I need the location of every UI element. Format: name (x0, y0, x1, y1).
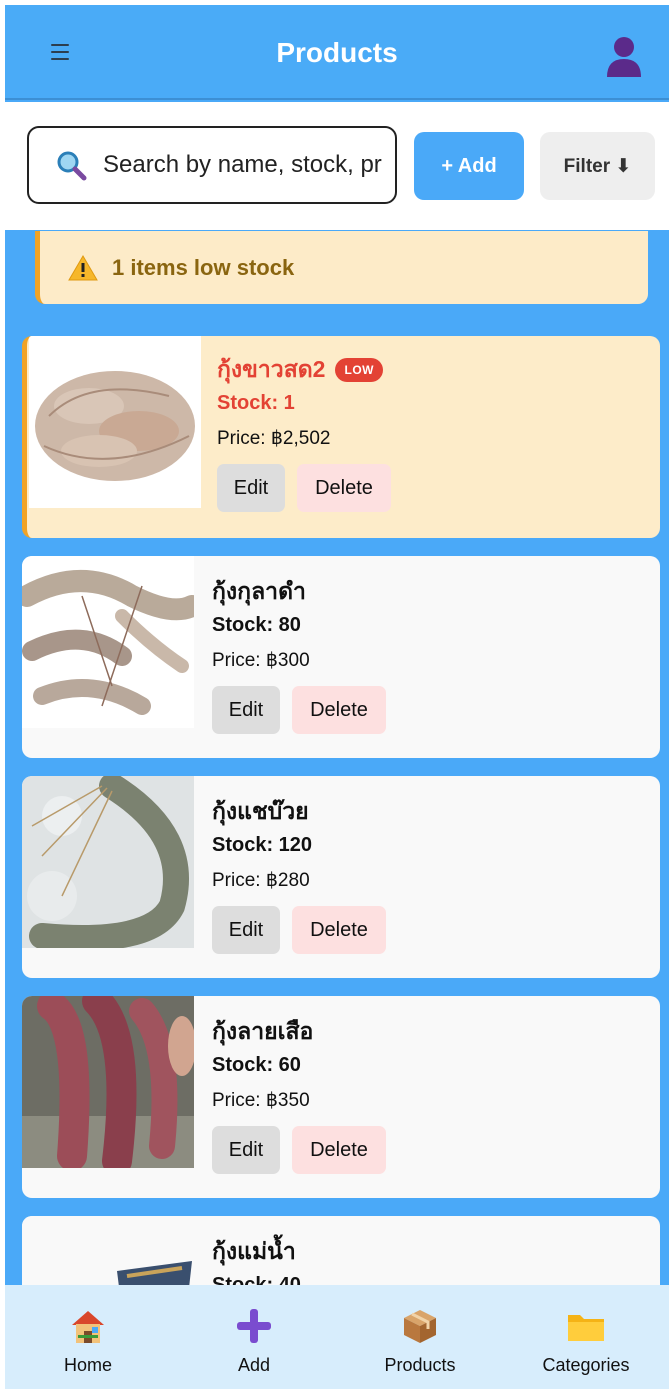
edit-button[interactable]: Edit (212, 686, 280, 734)
nav-label: Home (63, 1355, 112, 1375)
search-input[interactable] (103, 151, 383, 179)
product-image (22, 556, 194, 728)
low-stock-alert: 1 items low stock (35, 231, 648, 304)
alert-text: 1 items low stock (112, 254, 295, 280)
edit-button[interactable]: Edit (217, 464, 285, 512)
app-frame: Products + Add Filter ⬇ 1 items low stoc… (5, 5, 669, 1389)
product-card: กุ้งลายเสือ Stock: 60 Price: ฿350 Edit D… (22, 996, 660, 1198)
delete-button[interactable]: Delete (292, 686, 386, 734)
product-name: กุ้งขาวสด2 LOW (217, 354, 391, 386)
low-stock-badge: LOW (335, 358, 383, 382)
product-price: Price: ฿300 (212, 650, 310, 671)
product-name: กุ้งแม่น้ำ (212, 1238, 296, 1264)
product-stock: Stock: 80 (212, 614, 301, 636)
search-icon (57, 151, 87, 181)
product-name: กุ้งลายเสือ (212, 1018, 314, 1044)
product-price: Price: ฿2,502 (217, 428, 331, 449)
filter-button[interactable]: Filter ⬇ (540, 132, 655, 200)
product-stock: Stock: 60 (212, 1054, 301, 1076)
product-card: กุ้งแชบ๊วย Stock: 120 Price: ฿280 Edit D… (22, 776, 660, 978)
product-card: กุ้งขาวสด2 LOW Stock: 1 Price: ฿2,502 Ed… (22, 336, 660, 538)
product-stock: Stock: 1 (217, 392, 295, 414)
product-name-text: กุ้งขาวสด2 (217, 356, 326, 382)
search-toolbar: + Add Filter ⬇ (5, 102, 669, 230)
nav-label: Categories (542, 1355, 630, 1375)
delete-button[interactable]: Delete (297, 464, 391, 512)
product-image (29, 336, 201, 508)
delete-button[interactable]: Delete (292, 906, 386, 954)
product-actions: Edit Delete (212, 906, 386, 954)
product-card: กุ้งกุลาดำ Stock: 80 Price: ฿300 Edit De… (22, 556, 660, 758)
product-image (22, 776, 194, 948)
nav-item-add[interactable]: Add (179, 1285, 329, 1389)
delete-button[interactable]: Delete (292, 1126, 386, 1174)
app-header: Products (5, 5, 669, 100)
folder-icon (568, 1315, 604, 1341)
product-info: กุ้งขาวสด2 LOW Stock: 1 Price: ฿2,502 Ed… (217, 354, 391, 512)
product-info: กุ้งกุลาดำ Stock: 80 Price: ฿300 Edit De… (212, 576, 386, 734)
product-actions: Edit Delete (212, 686, 386, 734)
add-product-button[interactable]: + Add (414, 132, 524, 200)
nav-item-products[interactable]: Products (345, 1285, 495, 1389)
product-price: Price: ฿350 (212, 1090, 310, 1111)
product-actions: Edit Delete (217, 464, 391, 512)
edit-button[interactable]: Edit (212, 906, 280, 954)
product-price: Price: ฿280 (212, 870, 310, 891)
search-box (27, 126, 397, 204)
product-stock: Stock: 120 (212, 834, 313, 856)
edit-button[interactable]: Edit (212, 1126, 280, 1174)
nav-label: Add (237, 1355, 271, 1375)
box-icon (404, 1310, 436, 1343)
user-icon[interactable] (605, 35, 643, 77)
nav-item-categories[interactable]: Categories (511, 1285, 661, 1389)
product-image (22, 996, 194, 1168)
plus-icon (237, 1309, 271, 1343)
bottom-nav: Home Add Products Categories (5, 1285, 669, 1389)
home-icon (72, 1311, 104, 1343)
warning-icon (68, 254, 98, 280)
nav-item-home[interactable]: Home (13, 1285, 163, 1389)
nav-label: Products (384, 1355, 456, 1375)
product-actions: Edit Delete (212, 1126, 386, 1174)
page-title: Products (276, 37, 398, 68)
product-name: กุ้งกุลาดำ (212, 578, 306, 604)
product-info: กุ้งแชบ๊วย Stock: 120 Price: ฿280 Edit D… (212, 796, 386, 954)
product-name: กุ้งแชบ๊วย (212, 798, 309, 824)
product-info: กุ้งลายเสือ Stock: 60 Price: ฿350 Edit D… (212, 1016, 386, 1174)
